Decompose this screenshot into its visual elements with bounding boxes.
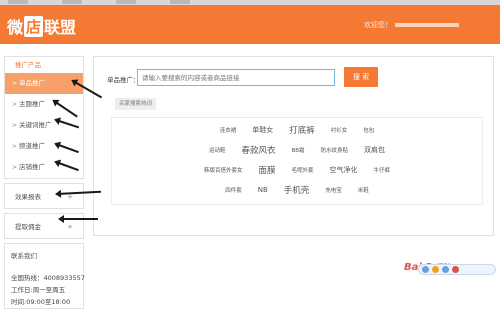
- sidebar-item-label: 提取佣金: [15, 223, 41, 231]
- sidebar-item-label: 单品推广: [19, 79, 45, 87]
- main-panel: 单品推广： 搜 索 买家搜索热词 连衣裙单鞋女打底裤衬衫女包包运动鞋春款风衣BB…: [93, 56, 494, 236]
- hot-keywords-panel: 连衣裙 单鞋女 打底裤 衬衫女 包包 运动鞋 春款风衣 BB霜 防水纹身贴 双肩包 韩版百搭外套女面…: [111, 117, 483, 205]
- search-input[interactable]: [137, 69, 335, 86]
- chevron-right-icon: >: [12, 122, 18, 129]
- bookmark-placeholder[interactable]: [62, 0, 82, 4]
- bookmark-placeholder[interactable]: [170, 0, 190, 4]
- hot-keyword-link[interactable]: 打底裤: [281, 124, 323, 136]
- floating-toolbar[interactable]: [418, 264, 496, 275]
- search-button[interactable]: 搜 索: [344, 67, 378, 87]
- chat-icon[interactable]: [422, 266, 429, 273]
- hot-keyword-link[interactable]: NB: [250, 186, 276, 194]
- hot-keyword-link[interactable]: BB霜: [283, 146, 312, 154]
- sidebar: 推广产品 > 单品推广 > 主题推广 > 关键词推广 > 频道推广 > 店铺推广…: [4, 56, 85, 309]
- redacted-username: [395, 23, 459, 27]
- promo-menu: 推广产品 > 单品推广 > 主题推广 > 关键词推广 > 频道推广 > 店铺推广: [4, 56, 84, 179]
- sidebar-item-withdraw[interactable]: 提取佣金 +: [4, 213, 84, 239]
- sidebar-item-label: 主题推广: [19, 100, 45, 108]
- hot-keyword-link[interactable]: 单鞋女: [244, 125, 281, 135]
- hot-keyword-link[interactable]: 四件套: [217, 186, 250, 194]
- search-label: 单品推广：: [107, 76, 140, 84]
- contact-hours: 时间:09:00至18:00: [11, 298, 71, 306]
- chevron-right-icon: >: [12, 164, 18, 171]
- plus-icon: +: [67, 193, 73, 201]
- bookmark-placeholder[interactable]: [8, 0, 28, 4]
- keyword-row: 韩版百搭外套女 面膜 毛呢外套 空气净化 牛仔裤: [112, 164, 482, 176]
- logo-text-part: 联盟: [44, 18, 77, 37]
- sidebar-item-report[interactable]: 效果报表 +: [4, 183, 84, 209]
- hot-keyword-link[interactable]: 防水纹身贴: [313, 146, 357, 154]
- hot-keyword-link[interactable]: 面膜: [250, 164, 283, 176]
- sidebar-item-label: 频道推广: [19, 142, 45, 150]
- chevron-right-icon: >: [12, 80, 18, 87]
- contact-box: 联系我们 全国热线：4008933557 工作日:周一至周五 时间:09:00至…: [4, 243, 85, 309]
- sidebar-item-label: 效果报表: [15, 193, 41, 201]
- bookmark-placeholder[interactable]: [116, 0, 136, 4]
- welcome-label: 欢迎您！: [364, 21, 392, 29]
- emoji-icon[interactable]: [432, 266, 439, 273]
- hot-keywords-tab[interactable]: 买家搜索热词: [115, 98, 157, 110]
- chevron-right-icon: >: [12, 101, 18, 108]
- keyword-row: 运动鞋 春款风衣 BB霜 防水纹身贴 双肩包: [112, 144, 482, 156]
- contact-workdays: 工作日:周一至周五: [11, 286, 66, 294]
- site-header: 微 店 联盟 欢迎您！: [0, 5, 500, 44]
- hot-keyword-link[interactable]: 春款风衣: [233, 144, 283, 156]
- promo-menu-title: 推广产品: [15, 61, 41, 69]
- sidebar-item-label: 关键词推广: [19, 121, 52, 129]
- hot-keyword-link[interactable]: 韩版百搭外套女: [196, 166, 251, 174]
- chevron-right-icon: >: [12, 143, 18, 150]
- hot-keyword-link[interactable]: 空气净化: [322, 165, 366, 175]
- site-logo[interactable]: 微 店 联盟: [7, 14, 76, 38]
- hot-keyword-link[interactable]: 米鞋: [350, 186, 377, 194]
- close-icon[interactable]: [452, 266, 459, 273]
- welcome-message: 欢迎您！: [364, 20, 459, 30]
- hot-keyword-link[interactable]: 运动鞋: [201, 146, 234, 154]
- hot-keyword-link[interactable]: 手机壳: [276, 184, 318, 196]
- hot-keyword-link[interactable]: 衬衫女: [323, 126, 356, 134]
- logo-text-part: 微: [7, 18, 24, 37]
- hot-keyword-link[interactable]: 充电宝: [317, 186, 350, 194]
- share-icon[interactable]: [442, 266, 449, 273]
- annotation-arrow: [58, 215, 98, 223]
- hot-keyword-link[interactable]: 连衣裙: [212, 126, 245, 134]
- hot-keyword-link[interactable]: 牛仔裤: [366, 166, 399, 174]
- keyword-row: 连衣裙 单鞋女 打底裤 衬衫女 包包: [112, 124, 482, 136]
- sidebar-item-channel-promo[interactable]: > 频道推广: [5, 136, 83, 157]
- contact-title: 联系我们: [11, 252, 37, 260]
- sidebar-item-label: 店铺推广: [19, 163, 45, 171]
- hot-keyword-link[interactable]: 毛呢外套: [284, 166, 322, 174]
- hot-keyword-link[interactable]: 双肩包: [356, 145, 393, 155]
- contact-hotline: 全国热线：4008933557: [11, 274, 85, 282]
- logo-text-badge: 店: [24, 15, 44, 37]
- hot-keyword-link[interactable]: 包包: [355, 126, 382, 134]
- keyword-row: 四件套 NB 手机壳 充电宝 米鞋: [112, 184, 482, 196]
